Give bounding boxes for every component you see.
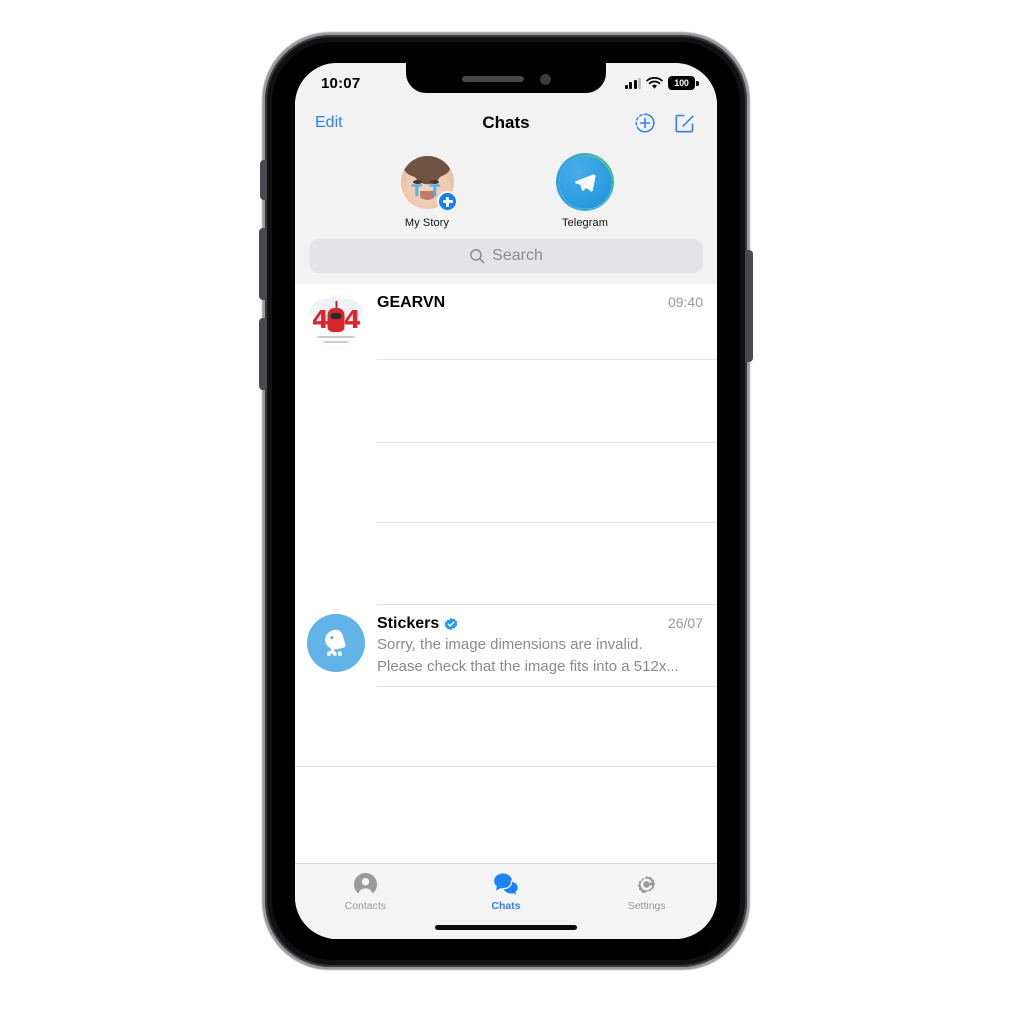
home-indicator[interactable] bbox=[435, 925, 577, 930]
display-notch bbox=[406, 63, 606, 93]
screenshot-canvas: 10:07 100 Edit Chats T T My Story Telegr… bbox=[0, 0, 1024, 1024]
chat-row-body: GEARVN 09:40 bbox=[377, 293, 703, 360]
chat-name-label: Stickers bbox=[377, 615, 440, 632]
search-container: Search bbox=[295, 233, 717, 284]
avatar-hair bbox=[403, 155, 451, 178]
add-contact-icon[interactable] bbox=[633, 111, 657, 135]
chat-row-stickers[interactable]: Stickers 26/07 Sorry, the image dimensio… bbox=[295, 605, 717, 687]
earpiece-speaker bbox=[461, 76, 524, 82]
wifi-icon bbox=[646, 76, 663, 89]
compose-icon[interactable] bbox=[673, 111, 697, 135]
add-story-badge[interactable] bbox=[437, 191, 458, 212]
chat-row-placeholder[interactable] bbox=[295, 443, 717, 523]
tab-label: Contacts bbox=[344, 900, 387, 912]
story-telegram[interactable]: Telegram bbox=[539, 153, 631, 229]
volume-down-button[interactable] bbox=[259, 318, 267, 390]
stories-row: T T My Story Telegram bbox=[295, 145, 717, 233]
telegram-story-ring bbox=[556, 153, 614, 211]
chat-name: Stickers bbox=[377, 615, 458, 633]
chat-timestamp: 09:40 bbox=[667, 294, 703, 310]
tab-settings[interactable]: Settings bbox=[576, 871, 717, 939]
telegram-logo-icon bbox=[558, 155, 612, 209]
chat-avatar bbox=[307, 614, 365, 672]
edit-button[interactable]: Edit bbox=[315, 114, 343, 132]
chat-avatar: 4 4 bbox=[307, 293, 365, 351]
chat-row-placeholder[interactable] bbox=[295, 523, 717, 605]
verified-badge-icon bbox=[445, 617, 458, 631]
chat-list[interactable]: 4 4 GEARVN 09:40 Stickers 26/07 Sorry, t… bbox=[295, 284, 717, 815]
search-icon bbox=[470, 249, 485, 264]
search-input[interactable]: Search bbox=[309, 239, 703, 273]
settings-gear-icon bbox=[634, 871, 659, 897]
tear-sticker-left: T bbox=[411, 181, 423, 200]
chat-row-placeholder[interactable] bbox=[295, 360, 717, 443]
duck-icon bbox=[325, 629, 346, 656]
chat-row-placeholder[interactable] bbox=[295, 687, 717, 767]
cellular-signal-icon bbox=[624, 77, 641, 89]
contacts-icon bbox=[353, 871, 378, 897]
row-separator bbox=[295, 766, 717, 767]
battery-percent-label: 100 bbox=[674, 78, 689, 88]
my-story-ring: T T bbox=[398, 153, 458, 212]
chat-name-label: GEARVN bbox=[377, 294, 446, 311]
avatar-robot-icon bbox=[327, 301, 345, 333]
chat-row-body: Stickers 26/07 Sorry, the image dimensio… bbox=[377, 614, 703, 687]
chat-name: GEARVN bbox=[377, 294, 445, 312]
chat-row-header: Stickers 26/07 bbox=[377, 615, 703, 633]
navigation-bar: Edit Chats bbox=[295, 101, 717, 145]
story-label: Telegram bbox=[561, 217, 609, 229]
tab-label: Settings bbox=[627, 900, 666, 912]
chat-timestamp: 26/07 bbox=[667, 615, 703, 631]
story-label: My Story bbox=[404, 217, 450, 229]
tab-label: Chats bbox=[491, 900, 521, 912]
nav-actions bbox=[633, 111, 697, 135]
chat-preview-line-2: Please check that the image fits into a … bbox=[377, 657, 679, 675]
battery-icon: 100 bbox=[668, 76, 699, 90]
chat-preview-line-1: Sorry, the image dimensions are invalid. bbox=[377, 636, 643, 653]
story-my-story[interactable]: T T My Story bbox=[381, 153, 473, 229]
status-indicators: 100 bbox=[624, 76, 699, 90]
telegram-story-avatar bbox=[558, 155, 612, 209]
phone-screen: 10:07 100 Edit Chats T T My Story Telegr… bbox=[295, 63, 717, 939]
404-error-avatar: 4 4 bbox=[307, 293, 365, 351]
front-camera-icon bbox=[539, 73, 551, 85]
sticker-duck-avatar bbox=[307, 614, 365, 672]
volume-up-button[interactable] bbox=[259, 228, 267, 300]
tab-contacts[interactable]: Contacts bbox=[295, 871, 436, 939]
search-placeholder: Search bbox=[492, 247, 543, 264]
silent-switch-button[interactable] bbox=[260, 160, 267, 200]
status-time: 10:07 bbox=[321, 74, 361, 92]
chat-row-gearvn[interactable]: 4 4 GEARVN 09:40 bbox=[295, 284, 717, 360]
chat-row-header: GEARVN 09:40 bbox=[377, 294, 703, 312]
chats-icon bbox=[493, 871, 520, 897]
avatar-caption-line-1 bbox=[315, 336, 357, 339]
power-button[interactable] bbox=[745, 250, 753, 362]
avatar-caption-line-2 bbox=[322, 341, 350, 344]
